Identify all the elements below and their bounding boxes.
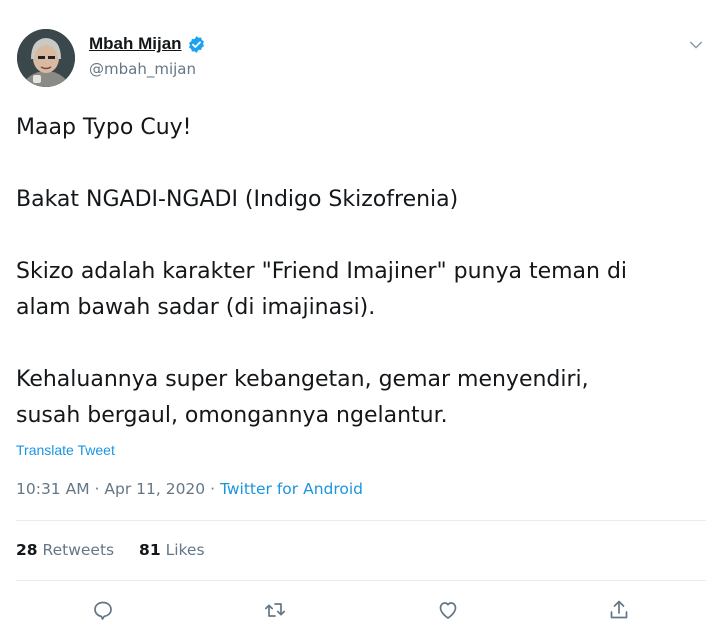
divider [16, 520, 706, 521]
display-name[interactable]: Mbah Mijan [89, 34, 182, 54]
tweet-line: Bakat NGADI-NGADI (Indigo Skizofrenia) [16, 187, 459, 212]
likes-stat[interactable]: 81 Likes [139, 541, 205, 559]
retweet-icon [264, 603, 286, 617]
tweet-text: Maap Typo Cuy! Bakat NGADI-NGADI (Indigo… [16, 110, 706, 434]
chevron-down-icon[interactable] [687, 36, 705, 54]
user-handle[interactable]: @mbah_mijan [89, 60, 196, 78]
previous-tweet-actions-fragment [0, 0, 720, 8]
tweet-source-link[interactable]: Twitter for Android [220, 480, 363, 498]
share-icon [610, 600, 628, 619]
meta-separator: · [94, 480, 100, 498]
like-button[interactable] [436, 598, 460, 622]
verified-badge-icon [188, 35, 204, 53]
reply-button[interactable] [91, 598, 115, 622]
retweets-count: 28 [16, 541, 38, 559]
retweets-label: Retweets [42, 541, 115, 559]
meta-separator: · [210, 480, 216, 498]
tweet-date[interactable]: Apr 11, 2020 [104, 480, 205, 498]
divider [16, 580, 706, 581]
tweet-meta: 10:31 AM · Apr 11, 2020 · Twitter for An… [16, 480, 363, 498]
avatar-image [17, 29, 75, 87]
tweet-line: Kehaluannya super kebangetan, gemar meny… [16, 367, 589, 392]
tweet-stats: 28 Retweets 81 Likes [16, 541, 225, 559]
reply-icon [94, 601, 112, 620]
likes-label: Likes [165, 541, 205, 559]
share-button[interactable] [607, 598, 631, 622]
retweets-stat[interactable]: 28 Retweets [16, 541, 119, 559]
translate-tweet-link[interactable]: Translate Tweet [16, 442, 115, 458]
likes-count: 81 [139, 541, 161, 559]
tweet-line: susah bergaul, omongannya ngelantur. [16, 403, 448, 428]
tweet-line: Skizo adalah karakter "Friend Imajiner" … [16, 259, 628, 284]
like-icon [439, 602, 457, 619]
tweet-line: Maap Typo Cuy! [16, 115, 192, 140]
tweet-time[interactable]: 10:31 AM [16, 480, 90, 498]
avatar[interactable] [17, 29, 75, 87]
retweet-button[interactable] [263, 598, 287, 622]
tweet-line: alam bawah sadar (di imajinasi). [16, 295, 376, 320]
